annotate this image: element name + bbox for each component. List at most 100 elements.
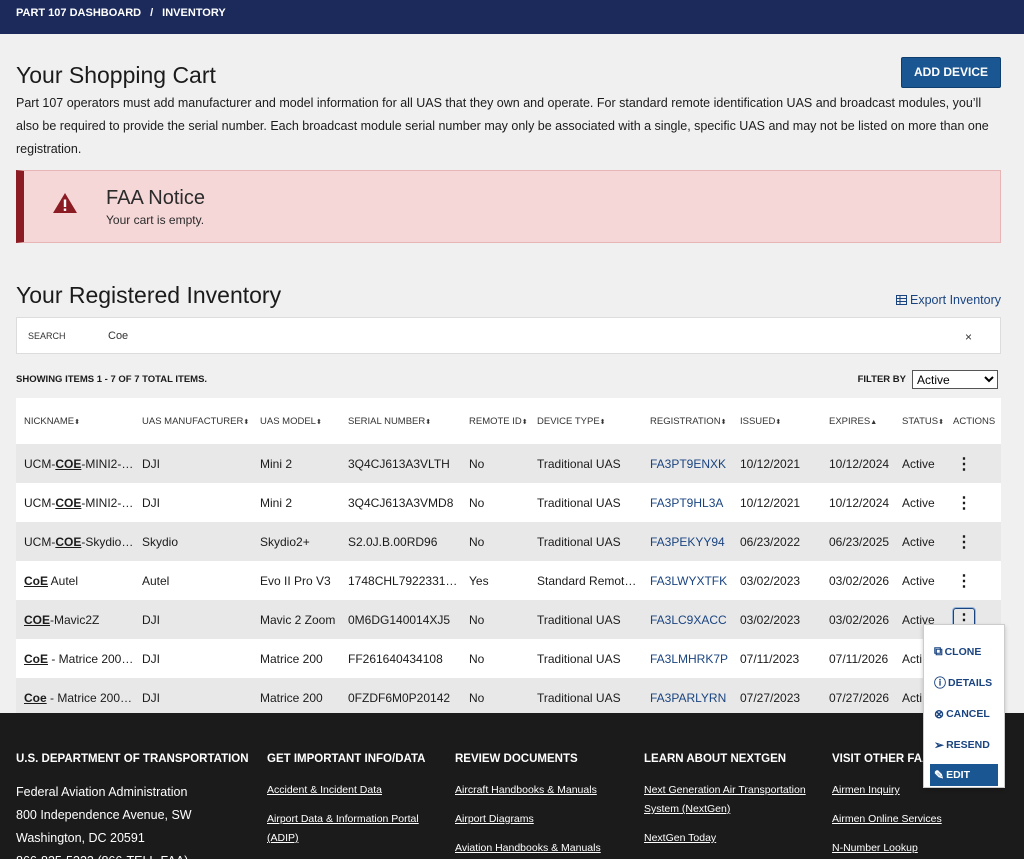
cart-header: Your Shopping Cart (16, 34, 1008, 89)
issued-date-cell: 03/02/2023 (740, 612, 801, 627)
expires-date-cell: 06/23/2025 (829, 534, 890, 549)
device-type-cell: Traditional UAS (537, 651, 621, 666)
menu-item-label: CLONE (944, 645, 982, 658)
export-inventory-label: Export Inventory (909, 293, 1001, 307)
manufacturer-cell: DJI (142, 495, 160, 510)
nickname-suffix: -Mavic2Z (50, 612, 100, 627)
serial-number-cell: S2.0J.B.00RD96 (348, 534, 438, 549)
search-highlight: COE (55, 456, 82, 471)
model-cell: Skydio2+ (260, 534, 310, 549)
table-row: Coe - Matrice 200… DJI Matrice 200 0FZDF6M0… (16, 678, 1001, 717)
more-actions-icon[interactable]: ⋮ (953, 452, 975, 476)
footer-link[interactable]: N-Number Lookup (832, 839, 1008, 858)
more-actions-icon[interactable]: ⋮ (953, 569, 975, 593)
column-header[interactable]: STATUS⬍ (894, 398, 945, 444)
export-inventory-link[interactable]: Export Inventory (895, 293, 1001, 307)
remote-id-cell: No (469, 651, 485, 666)
registration-cell: FA3PEKYY94 (642, 522, 732, 561)
serial-number-cell: 0FZDF6M0P20142 (348, 690, 451, 705)
search-highlight: Coe (24, 690, 47, 705)
clear-search-icon[interactable]: × (965, 330, 972, 344)
table-header-row: NICKNAME⬍ UAS MANUFACTURER⬍ UAS MODEL⬍ SERI… (16, 398, 1001, 444)
issued-date-cell: 10/12/2021 (740, 456, 801, 471)
inventory-title: Your Registered Inventory (16, 282, 282, 308)
cart-description: Part 107 operators must add manufacturer… (16, 96, 989, 156)
registration-link[interactable]: FA3PT9HL3A (650, 496, 723, 510)
column-header[interactable]: DEVICE TYPE⬍ (529, 398, 642, 444)
footer-link[interactable]: Accident & Incident Data (267, 781, 455, 800)
registration-link[interactable]: FA3LMHRK7P (650, 652, 728, 666)
column-header[interactable]: UAS MANUFACTURER⬍ (134, 398, 252, 444)
column-header[interactable]: ACTIONS (945, 398, 1001, 444)
footer-address-line: 800 Independence Avenue, SW (16, 808, 192, 822)
serial-number-cell: FF261640434108 (348, 651, 443, 666)
registration-cell: FA3PT9ENXK (642, 444, 732, 483)
serial-number-cell: 3Q4CJ613A3VMD8 (348, 495, 454, 510)
nickname-suffix: - Matrice 200… (48, 651, 134, 666)
menu-item-details[interactable]: ⓘ DETAILS (924, 667, 1004, 698)
column-header[interactable]: ISSUED⬍ (732, 398, 821, 444)
footer-link[interactable]: Airport Diagrams (455, 810, 644, 829)
column-header[interactable]: REGISTRATION⬍ (642, 398, 732, 444)
filter-select[interactable]: Active (912, 370, 998, 389)
row-actions-menu: ⧉ CLONE ⓘ DETAILS ⊗ CANCEL ➢ RESEND ✎ EDIT (923, 624, 1005, 788)
breadcrumb-home-link[interactable]: PART 107 DASHBOARD (16, 7, 141, 27)
filter-label: FILTER BY (857, 374, 906, 385)
remote-id-cell: No (469, 690, 485, 705)
menu-item-clone[interactable]: ⧉ CLONE (924, 636, 1004, 667)
expires-date-cell: 03/02/2026 (829, 612, 890, 627)
table-body: UCM-COE-MINI2-01 DJI Mini 2 3Q4CJ613A3VLTH N… (16, 444, 1001, 717)
column-header[interactable]: UAS MODEL⬍ (252, 398, 340, 444)
send-icon: ➢ (934, 737, 945, 752)
menu-item-cancel[interactable]: ⊗ CANCEL (924, 698, 1004, 729)
issued-date-cell: 07/11/2023 (740, 651, 800, 666)
registration-cell: FA3PARLYRN (642, 678, 732, 717)
manufacturer-cell: DJI (142, 690, 160, 705)
faa-notice: FAA Notice Your cart is empty. (16, 170, 1001, 243)
footer-link[interactable]: Airmen Online Services (832, 810, 1008, 829)
footer-link[interactable]: Next Generation Air Transportation Syste… (644, 781, 814, 819)
registration-link[interactable]: FA3LC9XACC (650, 613, 727, 627)
more-actions-icon[interactable]: ⋮ (953, 491, 975, 515)
registration-link[interactable]: FA3LWYXTFK (650, 574, 727, 588)
nickname-cell: UCM-COE-MINI2-02 (16, 483, 134, 522)
column-header[interactable]: REMOTE ID⬍ (461, 398, 529, 444)
footer-col-dot: U.S. DEPARTMENT OF TRANSPORTATION Federa… (16, 753, 267, 859)
footer-link[interactable]: NextGen Today (644, 829, 832, 848)
footer-link[interactable]: Airport Data & Information Portal (ADIP) (267, 810, 437, 848)
nickname-cell: CoE Autel (16, 561, 134, 600)
model-cell: Matrice 200 (260, 651, 323, 666)
status-cell: Active (902, 456, 935, 471)
column-header[interactable]: NICKNAME⬍ (16, 398, 134, 444)
expires-date-cell: 07/27/2026 (829, 690, 890, 705)
info-icon: ⓘ (934, 676, 947, 690)
manufacturer-cell: Skydio (142, 534, 179, 549)
menu-item-label: CANCEL (946, 707, 990, 720)
registration-link[interactable]: FA3PT9ENXK (650, 457, 726, 471)
model-cell: Mini 2 (260, 495, 293, 510)
column-header[interactable]: SERIAL NUMBER⬍ (340, 398, 461, 444)
registration-cell: FA3PT9HL3A (642, 483, 732, 522)
device-type-cell: Traditional UAS (537, 612, 621, 627)
registration-link[interactable]: FA3PARLYRN (650, 691, 726, 705)
column-header-label: DEVICE TYPE (537, 415, 600, 427)
column-header[interactable]: EXPIRES▲ (821, 398, 894, 444)
device-type-cell: Standard Remot… (537, 573, 637, 588)
registration-link[interactable]: FA3PEKYY94 (650, 535, 725, 549)
nickname-prefix: UCM- (24, 456, 56, 471)
footer-link[interactable]: Aircraft Handbooks & Manuals (455, 781, 644, 800)
add-device-button[interactable]: ADD DEVICE (900, 57, 1001, 88)
footer-address-line: Federal Aviation Administration (16, 785, 188, 799)
expires-date-cell: 10/12/2024 (829, 495, 890, 510)
menu-item-edit[interactable]: ✎ EDIT (930, 764, 998, 786)
search-label: SEARCH (28, 330, 66, 341)
footer-link[interactable]: Aviation Handbooks & Manuals (455, 839, 644, 858)
search-input[interactable]: Coe (108, 330, 128, 342)
model-cell: Mini 2 (260, 456, 293, 471)
menu-item-resend[interactable]: ➢ RESEND (924, 729, 1004, 760)
footer-heading-nextgen: LEARN ABOUT NEXTGEN (644, 753, 787, 765)
more-actions-icon[interactable]: ⋮ (953, 530, 975, 554)
remote-id-cell: No (469, 534, 485, 549)
showing-count: SHOWING ITEMS 1 - 7 OF 7 TOTAL ITEMS. (16, 374, 208, 385)
sort-icon: ⬍ (425, 418, 432, 426)
